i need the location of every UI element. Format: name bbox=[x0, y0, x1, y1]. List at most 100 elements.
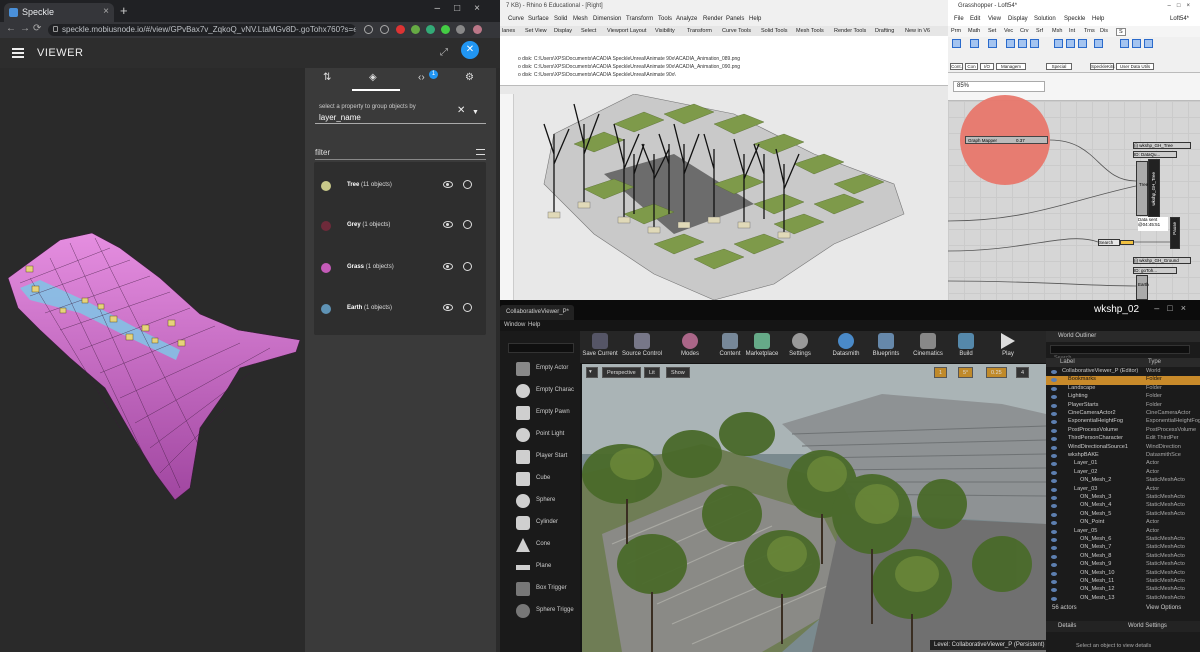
outliner-row[interactable]: ON_Mesh_10 StaticMeshActo bbox=[1046, 570, 1200, 578]
mode-item[interactable]: Sphere bbox=[516, 491, 580, 513]
menu-item[interactable]: Curve bbox=[508, 16, 524, 22]
column-header-type[interactable]: Type bbox=[1148, 359, 1161, 365]
outliner-row[interactable]: Landscape Folder bbox=[1046, 385, 1200, 393]
visibility-eye-icon[interactable] bbox=[1051, 395, 1057, 400]
chevron-down-icon[interactable]: ▼ bbox=[472, 109, 479, 116]
outliner-row[interactable]: CineCameraActor2 CineCameraActor bbox=[1046, 410, 1200, 418]
mode-item[interactable]: Point Light bbox=[516, 425, 580, 447]
outliner-row[interactable]: ON_Mesh_6 StaticMeshActo bbox=[1046, 536, 1200, 544]
visibility-eye-icon[interactable] bbox=[1051, 386, 1057, 391]
visibility-eye-icon[interactable] bbox=[1051, 512, 1057, 517]
eye-icon[interactable] bbox=[443, 181, 453, 188]
toolbar-tab[interactable]: Select bbox=[581, 28, 596, 34]
toolbar-tab[interactable]: Drafting bbox=[875, 28, 894, 34]
component-tab[interactable]: Prm bbox=[951, 28, 961, 34]
visibility-eye-icon[interactable] bbox=[1051, 529, 1057, 534]
sender-input-node[interactable]: Tree bbox=[1136, 161, 1148, 216]
search-node[interactable]: Search bbox=[1098, 239, 1120, 246]
outliner-row[interactable]: ThirdPersonCharacter Edit ThirdPer bbox=[1046, 435, 1200, 443]
visibility-eye-icon[interactable] bbox=[1051, 454, 1057, 458]
outliner-row[interactable]: ON_Mesh_13 StaticMeshActo bbox=[1046, 595, 1200, 603]
menu-item[interactable]: Solid bbox=[554, 16, 567, 22]
outliner-row[interactable]: Lighting Folder bbox=[1046, 393, 1200, 401]
rotation-snap-value[interactable]: 5° bbox=[958, 367, 974, 378]
component-icon[interactable] bbox=[1006, 39, 1015, 48]
visibility-eye-icon[interactable] bbox=[1051, 470, 1057, 475]
browser-tab[interactable]: Speckle × bbox=[4, 3, 114, 22]
menu-item[interactable]: Help bbox=[749, 16, 761, 22]
pause-button[interactable]: Pause bbox=[1170, 217, 1180, 249]
outliner-row[interactable]: ON_Mesh_12 StaticMeshActo bbox=[1046, 586, 1200, 594]
visibility-eye-icon[interactable] bbox=[1051, 546, 1057, 551]
visibility-eye-icon[interactable] bbox=[1051, 370, 1057, 374]
save-current-button[interactable]: Save Current bbox=[578, 333, 622, 357]
component-icon[interactable] bbox=[1078, 39, 1087, 48]
outliner-row[interactable]: ON_Mesh_2 StaticMeshActo bbox=[1046, 477, 1200, 485]
back-icon[interactable]: ← bbox=[6, 23, 16, 34]
visibility-eye-icon[interactable] bbox=[1051, 378, 1057, 383]
grasshopper-canvas[interactable]: Graph Mapper 0.37 (i) wkshp_GH_Tree ID: … bbox=[948, 95, 1200, 300]
bookmark-star-icon[interactable] bbox=[380, 25, 389, 34]
outliner-row[interactable]: wkshpBAKE DatasmithSce bbox=[1046, 452, 1200, 460]
search-panel[interactable] bbox=[1120, 240, 1134, 245]
component-icon[interactable] bbox=[1144, 39, 1153, 48]
unreal-viewport[interactable]: ▾ Perspective Lit Show 1 5° 0.25 4 Level… bbox=[582, 364, 1046, 652]
window-controls[interactable]: –□× bbox=[1168, 3, 1196, 9]
filter-input[interactable]: filter bbox=[315, 148, 330, 157]
mode-item[interactable]: Box Trigger bbox=[516, 579, 580, 601]
menu-item[interactable]: Analyze bbox=[676, 16, 697, 22]
outliner-row[interactable]: ON_Mesh_7 StaticMeshActo bbox=[1046, 544, 1200, 552]
menu-icon[interactable] bbox=[12, 48, 24, 58]
extension-icon[interactable] bbox=[441, 25, 450, 34]
3d-viewer-canvas[interactable] bbox=[0, 68, 305, 652]
component-icon[interactable] bbox=[1132, 39, 1141, 48]
outliner-row[interactable]: ExponentialHeightFog ExponentialHeightFog bbox=[1046, 418, 1200, 426]
visibility-eye-icon[interactable] bbox=[1051, 504, 1057, 509]
visibility-eye-icon[interactable] bbox=[1051, 445, 1057, 450]
toolbar-tab[interactable]: Visibility bbox=[655, 28, 675, 34]
sort-icon[interactable]: ⇅ bbox=[323, 72, 331, 83]
visibility-eye-icon[interactable] bbox=[1051, 571, 1057, 576]
perspective-button[interactable]: Perspective bbox=[602, 367, 641, 378]
reload-icon[interactable]: ⟳ bbox=[33, 23, 41, 34]
sender-input-node[interactable]: Earth bbox=[1136, 275, 1149, 300]
viewport-options-icon[interactable]: ▾ bbox=[586, 367, 598, 378]
datasmith-button[interactable]: Datasmith bbox=[824, 333, 868, 357]
component-tab[interactable]: Srf bbox=[1036, 28, 1043, 34]
visibility-eye-icon[interactable] bbox=[1051, 538, 1057, 542]
profile-avatar[interactable] bbox=[473, 25, 482, 34]
filter-icon[interactable] bbox=[476, 149, 485, 155]
extension-icon[interactable] bbox=[396, 25, 405, 34]
visibility-eye-icon[interactable] bbox=[1051, 580, 1057, 584]
lit-button[interactable]: Lit bbox=[644, 367, 660, 378]
component-tab[interactable]: Math bbox=[968, 28, 980, 34]
extension-icon[interactable] bbox=[364, 25, 373, 34]
mode-item[interactable]: Cylinder bbox=[516, 513, 580, 535]
outliner-row[interactable]: ON_Mesh_5 StaticMeshActo bbox=[1046, 511, 1200, 519]
menu-item[interactable]: Help bbox=[528, 322, 540, 328]
visibility-eye-icon[interactable] bbox=[1051, 462, 1057, 467]
visibility-eye-icon[interactable] bbox=[1051, 596, 1057, 601]
menu-item[interactable]: Panels bbox=[726, 16, 744, 22]
menu-item[interactable]: View bbox=[988, 16, 1001, 22]
outliner-row[interactable]: Bookmarks Folder bbox=[1046, 376, 1200, 385]
eye-icon[interactable] bbox=[443, 221, 453, 228]
mode-item[interactable]: Cube bbox=[516, 469, 580, 491]
toolbar-tab[interactable]: Viewport Layout bbox=[607, 28, 646, 34]
visibility-eye-icon[interactable] bbox=[1051, 588, 1057, 593]
graph-mapper-node[interactable]: Graph Mapper 0.37 bbox=[965, 136, 1048, 144]
visibility-eye-icon[interactable] bbox=[1051, 487, 1057, 492]
eye-icon[interactable] bbox=[443, 263, 453, 270]
menu-item[interactable]: Display bbox=[1008, 16, 1028, 22]
build-button[interactable]: Build bbox=[944, 333, 988, 357]
menu-item[interactable]: Dimension bbox=[593, 16, 621, 22]
group-by-select[interactable]: layer_name bbox=[319, 113, 361, 122]
visibility-eye-icon[interactable] bbox=[1051, 437, 1057, 442]
visibility-eye-icon[interactable] bbox=[1051, 420, 1057, 425]
window-controls[interactable]: –□× bbox=[435, 3, 494, 14]
view-options-button[interactable]: View Options bbox=[1146, 605, 1181, 611]
modes-button[interactable]: Modes bbox=[668, 333, 712, 357]
extension-icon[interactable] bbox=[411, 25, 420, 34]
layers-icon[interactable]: ◈ bbox=[369, 72, 377, 83]
component-icon[interactable] bbox=[1094, 39, 1103, 48]
